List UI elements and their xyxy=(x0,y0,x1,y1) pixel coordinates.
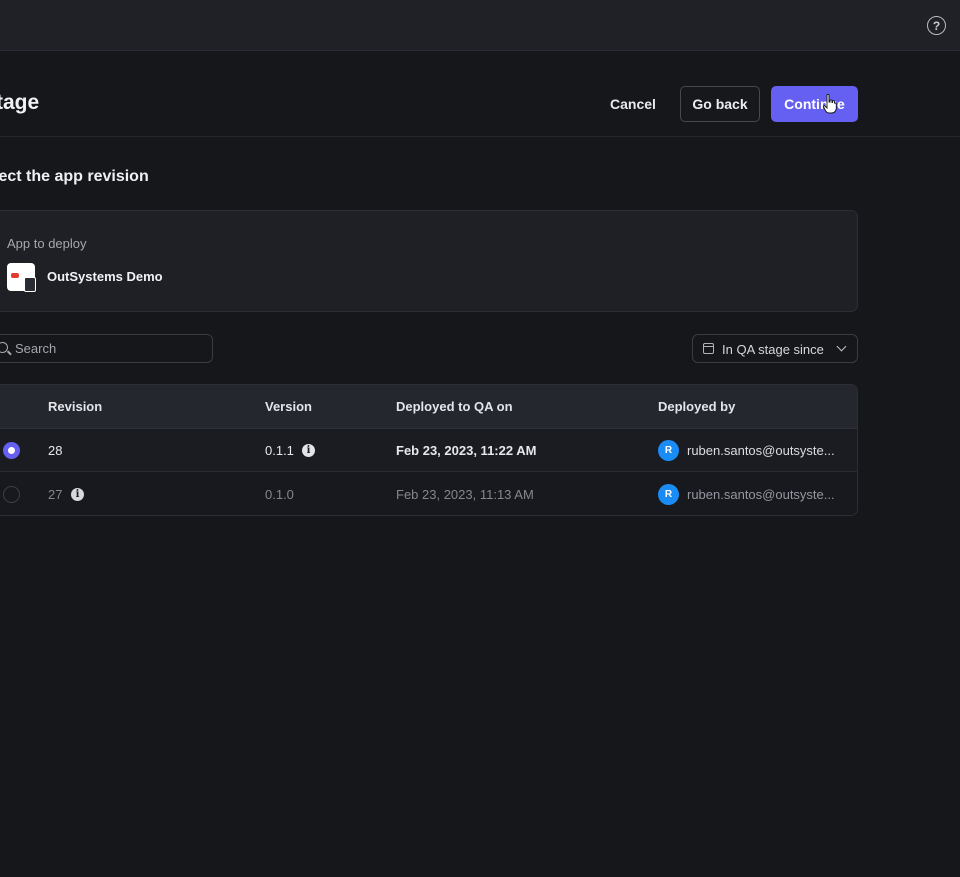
version-number: 0.1.1 xyxy=(265,443,294,458)
deployed-by-user: ruben.santos@outsyste... xyxy=(687,443,835,458)
chevron-down-icon xyxy=(836,341,847,352)
column-header-revision[interactable]: Revision xyxy=(48,399,102,414)
section-title: lect the app revision xyxy=(0,168,149,185)
table-row[interactable]: 28 0.1.1 i Feb 23, 2023, 11:22 AM R rube… xyxy=(0,429,857,472)
go-back-button[interactable]: Go back xyxy=(680,86,760,122)
page-title: tage xyxy=(0,91,40,114)
page-header: tage Cancel Go back Continue xyxy=(0,51,960,137)
column-header-deployed-by[interactable]: Deployed by xyxy=(658,399,735,414)
table-header: Revision Version Deployed to QA on Deplo… xyxy=(0,385,857,429)
top-bar: ? xyxy=(0,0,960,51)
info-icon[interactable]: i xyxy=(302,444,315,457)
revision-radio-selected[interactable] xyxy=(3,442,20,459)
revisions-table: Revision Version Deployed to QA on Deplo… xyxy=(0,384,858,516)
cancel-button[interactable]: Cancel xyxy=(600,86,666,122)
app-card-label: App to deploy xyxy=(7,236,87,251)
revision-number: 27 xyxy=(48,487,63,502)
table-row[interactable]: 27 i 0.1.0 Feb 23, 2023, 11:13 AM R rube… xyxy=(0,473,857,515)
revision-number: 28 xyxy=(48,443,63,458)
version-number: 0.1.0 xyxy=(265,487,294,502)
calendar-icon xyxy=(703,343,714,354)
search-icon xyxy=(0,342,8,353)
deployed-on-date: Feb 23, 2023, 11:13 AM xyxy=(396,487,534,502)
avatar: R xyxy=(658,484,679,505)
help-icon[interactable]: ? xyxy=(927,16,946,35)
column-header-deployed-on[interactable]: Deployed to QA on xyxy=(396,399,513,414)
filter-label: In QA stage since xyxy=(722,342,824,357)
search-input[interactable] xyxy=(13,335,203,362)
revision-radio[interactable] xyxy=(3,486,20,503)
continue-button[interactable]: Continue xyxy=(771,86,858,122)
app-to-deploy-card: App to deploy OutSystems Demo xyxy=(0,210,858,312)
deployed-on-date: Feb 23, 2023, 11:22 AM xyxy=(396,443,537,458)
qa-stage-since-dropdown[interactable]: In QA stage since xyxy=(692,334,858,363)
mobile-phone-icon xyxy=(24,277,36,292)
app-name: OutSystems Demo xyxy=(47,269,163,284)
deployed-by-user: ruben.santos@outsyste... xyxy=(687,487,835,502)
app-logo-icon xyxy=(7,263,36,292)
avatar: R xyxy=(658,440,679,461)
info-icon[interactable]: i xyxy=(71,488,84,501)
hand-pointer-icon xyxy=(823,94,837,114)
column-header-version[interactable]: Version xyxy=(265,399,312,414)
search-box[interactable] xyxy=(0,334,213,363)
